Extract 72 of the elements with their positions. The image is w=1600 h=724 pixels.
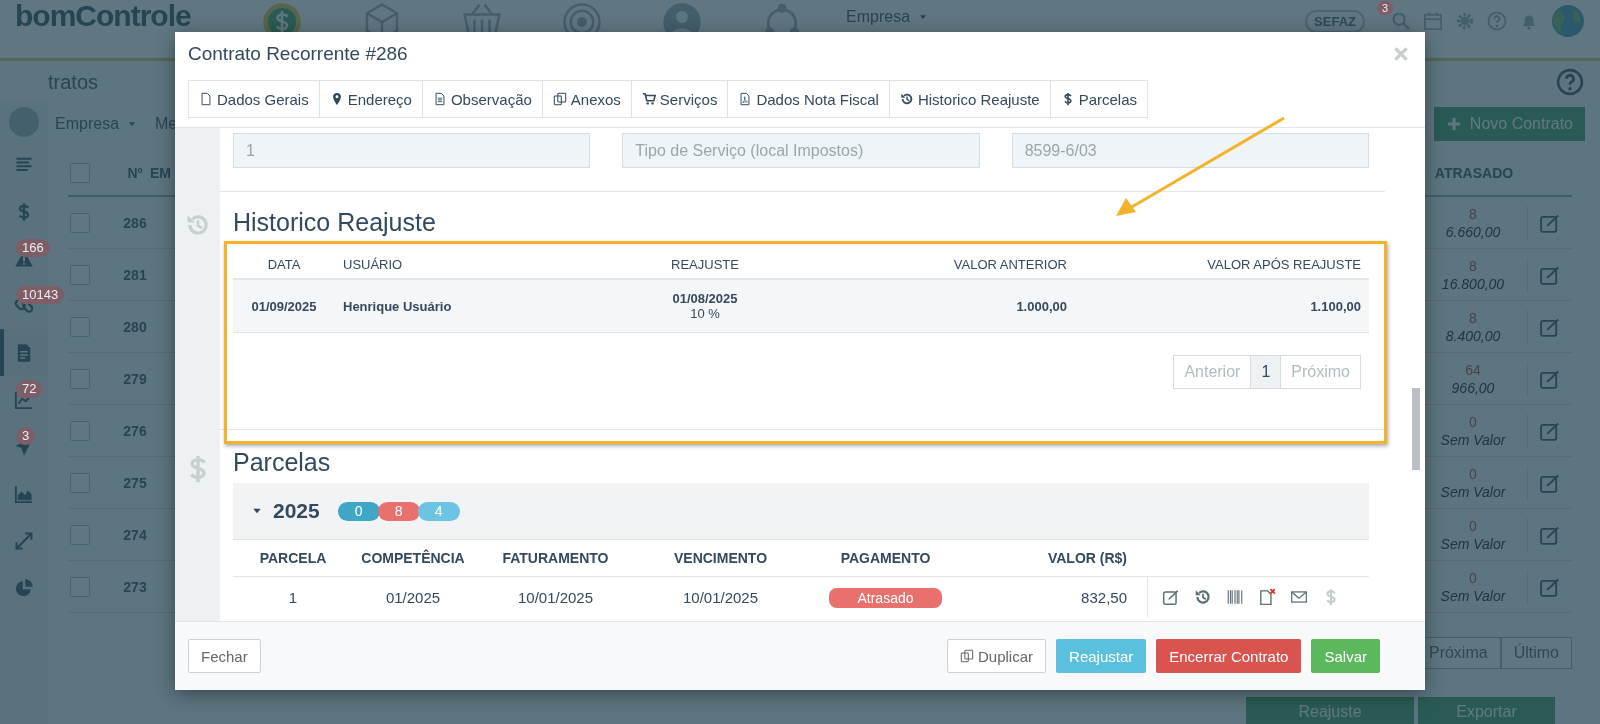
next-page-button[interactable]: Próximo: [1281, 355, 1361, 389]
modal-title: Contrato Recorrente #286: [188, 42, 408, 65]
column-header: FATURAMENTO: [501, 550, 610, 566]
tab[interactable]: Endereço: [319, 80, 423, 118]
tab[interactable]: Parcelas: [1050, 80, 1149, 118]
envelope-icon: [1290, 588, 1308, 606]
page-button[interactable]: 1: [1251, 355, 1282, 389]
table-cell-text: 8 16.800,00: [1440, 256, 1506, 293]
table-cell-text: 8 8.400,00: [1444, 308, 1502, 345]
history-icon: [899, 92, 914, 106]
footer-button[interactable]: Encerrar Contrato: [1156, 639, 1302, 673]
file-delete-icon: [1258, 588, 1276, 606]
tab[interactable]: Serviços: [631, 80, 729, 118]
count-badge: 4: [417, 501, 460, 521]
table-cell-text: 8 6.660,00: [1444, 204, 1502, 241]
column-header: PARCELA: [258, 550, 328, 566]
table-cell-text: 01/08/2025 10 %: [671, 291, 739, 321]
tab[interactable]: Dados Nota Fiscal: [728, 80, 890, 118]
column-header: DATA: [266, 256, 302, 272]
copy-icon: [960, 649, 974, 663]
column-header: VALOR APÓS REAJUSTE: [1206, 256, 1362, 272]
table-cell-text: 01/09/2025: [250, 298, 318, 314]
count-badge: 166: [16, 239, 50, 257]
footer-button[interactable]: Salvar: [1311, 639, 1380, 673]
barcode-icon: [1226, 588, 1244, 606]
previous-page-button[interactable]: Anterior: [1173, 355, 1252, 389]
close-icon: [1392, 44, 1410, 63]
table-cell-text: 1.100,00: [1309, 298, 1362, 314]
count-badge: 72: [16, 380, 43, 398]
duplicate-button[interactable]: Duplicar: [947, 639, 1047, 673]
status-badge: Atrasado: [829, 587, 942, 608]
count-badge: 8: [377, 501, 420, 521]
table-cell-text: 0 Sem Valor: [1439, 412, 1507, 449]
tab[interactable]: Historico Reajuste: [889, 80, 1051, 118]
tab[interactable]: Observação: [422, 80, 543, 118]
history-icon: [184, 212, 211, 238]
count-badge: 10143: [16, 286, 65, 304]
scrollbar-thumb[interactable]: [1412, 388, 1420, 470]
section-title: Parcelas: [233, 447, 332, 477]
section-title: Historico Reajuste: [233, 207, 437, 238]
copy-icon: [552, 92, 567, 106]
file-icon: [199, 92, 213, 106]
column-header: REAJUSTE: [670, 256, 740, 272]
table-cell-text: 10/01/2025: [681, 588, 760, 606]
footer-button[interactable]: Reajustar: [1056, 639, 1147, 673]
table-cell-text: 01/2025: [384, 588, 442, 606]
tab[interactable]: Anexos: [542, 80, 632, 118]
column-header: VENCIMENTO: [672, 550, 769, 566]
column-header: USUÁRIO: [342, 256, 404, 272]
cart-icon: [641, 92, 656, 106]
history-icon: [1194, 588, 1212, 606]
column-header: VALOR ANTERIOR: [952, 256, 1068, 272]
table-cell-text: 64 966,00: [1450, 360, 1496, 397]
table-cell-text: 1: [287, 588, 299, 606]
logo: bomControle: [15, 1, 192, 31]
column-header: COMPETÊNCIA: [360, 550, 466, 566]
table-cell-text: Henrique Usuário: [342, 298, 453, 314]
table-cell-text: 10/01/2025: [516, 588, 595, 606]
table-cell-text: 0 Sem Valor: [1439, 516, 1507, 553]
column-header: VALOR (R$): [1046, 550, 1128, 566]
footer-button[interactable]: Fechar: [188, 639, 261, 673]
document-icon: [432, 92, 447, 106]
tab[interactable]: Dados Gerais: [188, 80, 320, 118]
table-cell-text: 0 Sem Valor: [1439, 464, 1507, 501]
year-label[interactable]: 2025: [273, 499, 320, 523]
table-cell-text: 0 Sem Valor: [1439, 568, 1507, 605]
table-cell-text: 832,50: [1080, 588, 1128, 606]
column-header: PAGAMENTO: [839, 550, 932, 566]
table-cell-text: 1.000,00: [1015, 298, 1068, 314]
edit-icon: [1162, 588, 1180, 606]
count-badge: 0: [337, 501, 380, 521]
pdf-file-icon: [738, 92, 753, 106]
